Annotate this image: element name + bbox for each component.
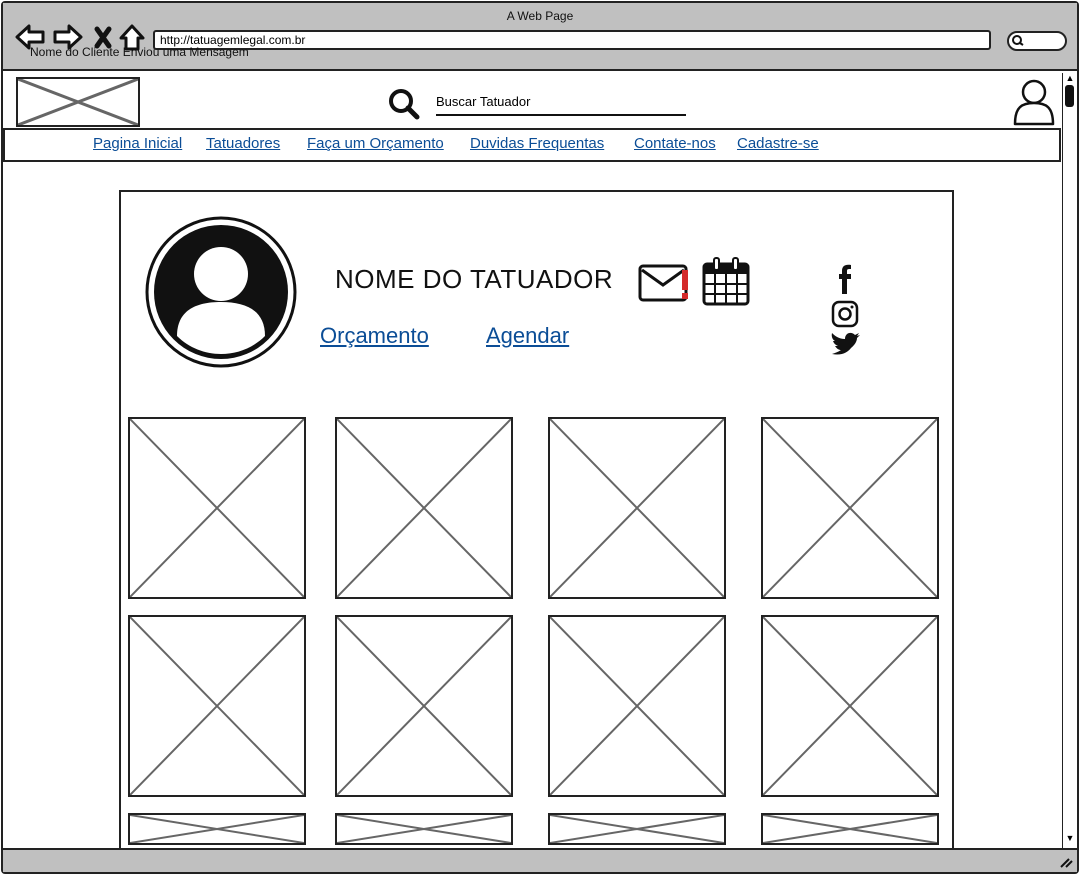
avatar-icon xyxy=(145,216,297,368)
scroll-up-icon[interactable]: ▲ xyxy=(1064,73,1076,83)
nav-faq[interactable]: Duvidas Frequentas xyxy=(470,135,604,152)
status-text: Nome do Cliente Enviou uma Mensagem xyxy=(30,45,249,59)
resize-grip-icon[interactable] xyxy=(1059,856,1073,868)
nav-tattooists[interactable]: Tatuadores xyxy=(206,135,280,152)
tattooist-name: NOME DO TATUADOR xyxy=(335,264,614,294)
gallery-image[interactable] xyxy=(548,417,726,599)
scroll-down-icon[interactable]: ▼ xyxy=(1064,833,1076,843)
gallery-image[interactable] xyxy=(548,615,726,797)
nav-contact[interactable]: Contate-nos xyxy=(634,135,716,152)
social-icons xyxy=(831,264,860,355)
gallery-image[interactable] xyxy=(128,417,306,599)
gallery-image[interactable] xyxy=(548,813,726,845)
browser-toolbar: A Web Page http://tatuagemlegal.com.br N… xyxy=(3,3,1077,71)
nav-home[interactable]: Pagina Inicial xyxy=(93,135,182,152)
gallery-image[interactable] xyxy=(761,615,939,797)
stop-icon[interactable] xyxy=(94,26,112,49)
status-bar xyxy=(3,848,1077,872)
nav-signup[interactable]: Cadastre-se xyxy=(737,135,819,152)
gallery-image[interactable] xyxy=(335,417,513,599)
browser-search-box[interactable] xyxy=(1007,31,1067,51)
schedule-link[interactable]: Agendar xyxy=(486,323,569,349)
instagram-icon[interactable] xyxy=(831,300,859,328)
nav-quote[interactable]: Faça um Orçamento xyxy=(307,135,444,152)
twitter-icon[interactable] xyxy=(831,332,860,355)
quote-link[interactable]: Orçamento xyxy=(320,323,429,349)
search-icon xyxy=(1012,35,1024,46)
facebook-icon[interactable] xyxy=(839,264,851,294)
calendar-icon[interactable] xyxy=(702,256,750,306)
gallery-image[interactable] xyxy=(761,417,939,599)
gallery-image[interactable] xyxy=(335,615,513,797)
vertical-scrollbar[interactable]: ▲ ▼ xyxy=(1062,73,1077,848)
gallery-image[interactable] xyxy=(128,615,306,797)
user-icon[interactable] xyxy=(1012,77,1056,127)
scroll-thumb[interactable] xyxy=(1065,85,1074,107)
search-icon[interactable] xyxy=(387,87,421,121)
mail-alert-icon[interactable] xyxy=(638,262,692,304)
search-input[interactable]: Buscar Tatuador xyxy=(436,94,686,116)
site-logo[interactable] xyxy=(16,77,140,127)
window-title: A Web Page xyxy=(506,9,574,23)
gallery-image[interactable] xyxy=(128,813,306,845)
gallery-image[interactable] xyxy=(335,813,513,845)
address-bar[interactable]: http://tatuagemlegal.com.br xyxy=(153,30,991,50)
gallery-image[interactable] xyxy=(761,813,939,845)
